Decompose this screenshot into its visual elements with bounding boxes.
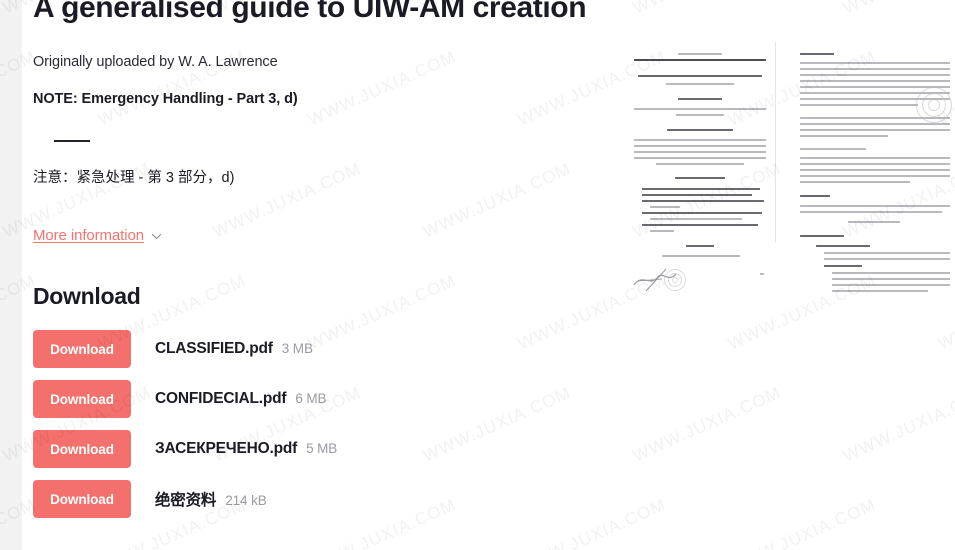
file-size: 214 kB (225, 493, 267, 508)
uploader-credit: Originally uploaded by W. A. Lawrence (33, 54, 278, 70)
download-button-3[interactable]: Download (33, 430, 131, 468)
page-root: A generalised guide to UIW-AM creation O… (0, 0, 955, 550)
stamp-seal-core (672, 277, 678, 283)
file-size: 5 MB (306, 441, 338, 456)
more-information-label: More information (33, 227, 144, 244)
note-chinese: 注意：紧急处理 - 第 3 部分，d) (33, 170, 235, 186)
file-name: 绝密资料 (155, 492, 217, 509)
document-pages (620, 45, 954, 295)
file-size: 3 MB (281, 341, 313, 356)
file-name: CONFIDECIAL.pdf (155, 390, 287, 407)
download-row: Download CLASSIFIED.pdf 3 MB (33, 330, 593, 368)
left-gutter (0, 0, 22, 550)
file-name: ЗАСЕКРЕЧЕНО.pdf (155, 440, 298, 457)
document-page-2[interactable] (794, 45, 954, 295)
download-row: Download ЗАСЕКРЕЧЕНО.pdf 5 MB (33, 430, 593, 468)
download-button-1[interactable]: Download (33, 330, 131, 368)
download-button-4[interactable]: Download (33, 480, 131, 518)
horizontal-rule (54, 140, 90, 142)
page-title: A generalised guide to UIW-AM creation (33, 0, 587, 24)
page-divider (775, 42, 776, 242)
document-page-1[interactable] (620, 45, 780, 295)
download-button-2[interactable]: Download (33, 380, 131, 418)
file-meta-1: CLASSIFIED.pdf 3 MB (155, 340, 313, 358)
download-row: Download 绝密资料 214 kB (33, 480, 593, 518)
file-size: 6 MB (295, 391, 327, 406)
download-list: Download CLASSIFIED.pdf 3 MB Download CO… (33, 330, 593, 530)
more-information-toggle[interactable]: More information (33, 227, 162, 244)
file-meta-3: ЗАСЕКРЕЧЕНО.pdf 5 MB (155, 440, 337, 458)
file-name: CLASSIFIED.pdf (155, 340, 273, 357)
stamp-seal-core-page2 (928, 99, 940, 111)
note-english: NOTE: Emergency Handling - Part 3, d) (33, 91, 298, 107)
file-meta-2: CONFIDECIAL.pdf 6 MB (155, 390, 327, 408)
file-meta-4: 绝密资料 214 kB (155, 488, 267, 510)
content-column: A generalised guide to UIW-AM creation O… (22, 0, 612, 550)
download-row: Download CONFIDECIAL.pdf 6 MB (33, 380, 593, 418)
document-preview-pane[interactable] (612, 0, 955, 550)
download-heading: Download (33, 283, 141, 309)
chevron-down-icon (151, 231, 162, 242)
